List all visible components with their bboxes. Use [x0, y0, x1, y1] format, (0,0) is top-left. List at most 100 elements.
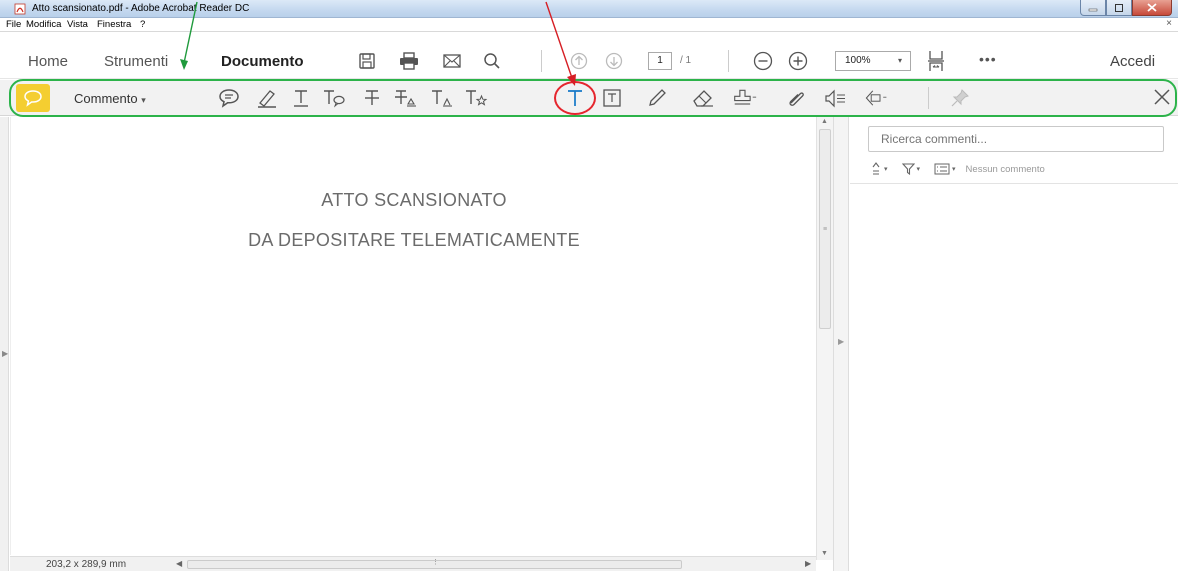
zoom-select[interactable]: 100% ▾ [835, 51, 911, 71]
window-title: Atto scansionato.pdf - Adobe Acrobat Rea… [32, 3, 250, 14]
eraser-button[interactable] [691, 86, 715, 110]
filter-button[interactable]: ▾ [901, 163, 920, 175]
insert-text-button[interactable] [430, 86, 454, 110]
menu-modifica[interactable]: Modifica [26, 19, 61, 30]
menu-vista[interactable]: Vista [67, 19, 88, 30]
plus-circle-icon [788, 51, 808, 71]
stamp-button[interactable] [733, 86, 757, 110]
save-icon [359, 53, 375, 69]
scroll-down-icon[interactable]: ▼ [821, 550, 828, 557]
vertical-scrollbar[interactable]: ▲ ≡ ▼ [816, 117, 833, 560]
page-count: / 1 [680, 55, 692, 66]
sort-icon [872, 162, 880, 175]
minimize-icon [1088, 8, 1098, 11]
arrow-up-circle-icon [570, 52, 588, 70]
close-document-button[interactable]: × [1166, 18, 1172, 29]
zoom-in-button[interactable] [787, 50, 809, 72]
paperclip-icon [789, 92, 804, 106]
main-toolbar: Home Strumenti Documento 1 / 1 100% ▾ ••… [0, 33, 1178, 79]
menu-finestra[interactable]: Finestra [97, 19, 131, 30]
sign-in-link[interactable]: Accedi [1110, 53, 1155, 70]
pin-toolbar-button[interactable] [948, 86, 972, 110]
underline-text-button[interactable] [289, 86, 313, 110]
chevron-down-icon: ▾ [141, 95, 146, 105]
print-button[interactable] [398, 50, 420, 72]
tab-tools[interactable]: Strumenti [104, 53, 168, 70]
add-text-comment-button[interactable] [563, 86, 587, 110]
page-number-input[interactable]: 1 [648, 52, 672, 70]
no-comments-text: Nessun commento [965, 163, 1045, 175]
page-size-label: 203,2 x 289,9 mm [46, 559, 127, 570]
strikethrough-button[interactable] [360, 86, 384, 110]
toolbar-divider [541, 50, 542, 72]
maximize-button[interactable] [1106, 0, 1132, 16]
horizontal-scroll-thumb[interactable]: ⋮ [187, 559, 682, 569]
fit-page-button[interactable] [925, 50, 947, 72]
text-box-icon [603, 89, 621, 107]
comment-menu-label: Commento [74, 91, 138, 106]
zoom-value: 100% [845, 55, 871, 66]
shapes-button[interactable] [864, 86, 888, 110]
minimize-button[interactable] [1080, 0, 1106, 16]
print-icon [400, 52, 418, 70]
pencil-icon [649, 89, 666, 106]
minus-circle-icon [753, 51, 773, 71]
email-button[interactable] [441, 50, 463, 72]
next-page-button[interactable] [603, 50, 625, 72]
more-tools-button[interactable]: ••• [979, 51, 997, 67]
scroll-right-icon[interactable]: ▶ [805, 559, 811, 568]
filter-icon [901, 163, 915, 175]
tab-home[interactable]: Home [28, 53, 68, 70]
menu-bar: File Modifica Vista Finestra ? × [0, 18, 1178, 32]
save-button[interactable] [356, 50, 378, 72]
record-audio-button[interactable] [824, 86, 848, 110]
document-page: ATTO SCANSIONATO DA DEPOSITARE TELEMATIC… [10, 117, 816, 555]
sticky-note-icon [219, 89, 239, 108]
speech-bubble-icon [24, 90, 42, 107]
search-comments-input[interactable] [868, 126, 1164, 152]
arrow-down-circle-icon [605, 52, 623, 70]
highlighter-icon [258, 90, 276, 108]
text-callout-button[interactable] [322, 86, 346, 110]
vertical-scroll-thumb[interactable]: ≡ [819, 129, 831, 329]
speaker-icon [825, 89, 845, 108]
prev-page-button[interactable] [568, 50, 590, 72]
left-panel-toggle[interactable]: ▶ [0, 117, 9, 571]
search-button[interactable] [481, 50, 503, 72]
eraser-icon [693, 90, 713, 107]
maximize-icon [1115, 3, 1123, 12]
attach-file-button[interactable] [784, 86, 808, 110]
acrobat-icon [14, 3, 26, 15]
pin-icon [951, 89, 969, 107]
scroll-up-icon[interactable]: ▲ [821, 118, 828, 125]
highlight-button[interactable] [255, 86, 279, 110]
insert-text-icon [432, 90, 452, 107]
options-button[interactable]: ▾ [934, 163, 956, 175]
close-window-button[interactable] [1132, 0, 1172, 16]
comment-toolbar: Commento ▾ [0, 80, 1178, 116]
menu-help[interactable]: ? [140, 19, 145, 30]
status-bar: 203,2 x 289,9 mm ◀ ⋮ ▶ [10, 556, 816, 571]
sticky-note-button[interactable] [217, 86, 241, 110]
menu-file[interactable]: File [6, 19, 21, 30]
comment-menu[interactable]: Commento ▾ [74, 91, 146, 106]
strikethrough-icon [365, 90, 379, 105]
text-star-icon [466, 90, 488, 106]
chevron-down-icon: ▾ [897, 56, 902, 65]
tab-document[interactable]: Documento [221, 53, 304, 70]
close-toolbar-icon[interactable] [1152, 87, 1172, 107]
text-stamp-button[interactable] [464, 86, 488, 110]
replace-text-button[interactable] [394, 86, 418, 110]
draw-pencil-button[interactable] [645, 86, 669, 110]
right-panel-toggle[interactable]: ▶ [833, 117, 849, 571]
stamp-icon [734, 89, 757, 105]
text-box-button[interactable] [600, 86, 624, 110]
zoom-out-button[interactable] [752, 50, 774, 72]
comment-tool-button[interactable] [16, 84, 50, 112]
sort-button[interactable]: ▾ [870, 162, 888, 176]
list-options-icon [934, 163, 950, 175]
grip-icon: ⋮ [432, 559, 439, 566]
text-underline-icon [294, 90, 308, 107]
close-icon [1147, 3, 1157, 12]
scroll-left-icon[interactable]: ◀ [176, 559, 182, 568]
